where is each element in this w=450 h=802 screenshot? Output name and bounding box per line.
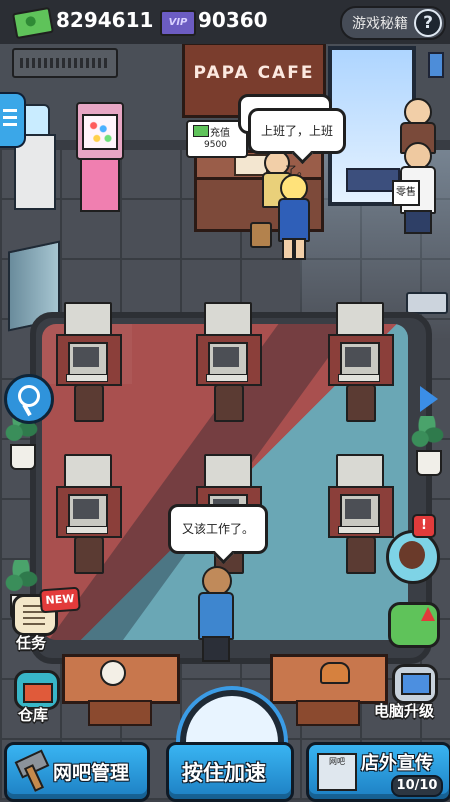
pc-chair [214, 384, 244, 422]
gumball-base [80, 158, 120, 212]
worker-speech: 又该工作了。 [181, 522, 254, 536]
side-menu-button[interactable] [0, 92, 26, 148]
cafe-management-button[interactable]: 网吧管理 [4, 742, 150, 802]
cash-icon [193, 125, 209, 137]
girl-leg [282, 238, 294, 260]
pc-monitor [208, 342, 248, 376]
game-guide-button[interactable]: 游戏秘籍 ? [340, 6, 446, 40]
burger [320, 662, 350, 684]
speech-bubble-receptionist: 上班了，上班了。 [248, 108, 346, 178]
help-icon: ? [414, 9, 442, 37]
promo-shop-icon: 网吧 [317, 753, 357, 791]
pc-keyboard [66, 526, 108, 534]
price-tag-label: 充值 [210, 128, 230, 139]
pc-screen [73, 499, 99, 519]
pc-upgrade-button[interactable] [392, 664, 438, 704]
worker-legs [202, 636, 230, 662]
staff-portrait-button[interactable] [386, 530, 440, 584]
warehouse-label: 仓库 [18, 706, 49, 724]
pc-station[interactable] [56, 302, 122, 422]
pc-keyboard [338, 374, 380, 382]
cafe-management-label: 网吧管理 [53, 762, 130, 784]
pc-station[interactable] [196, 302, 262, 422]
pc-chair [74, 536, 104, 574]
income-boost-button[interactable] [388, 602, 440, 648]
pc-keyboard [338, 526, 380, 534]
pc-station[interactable] [56, 454, 122, 574]
gumball-glass [82, 114, 118, 150]
pc-chair [346, 384, 376, 422]
staff-portrait-icon [399, 541, 425, 569]
wrench-icon [18, 385, 40, 407]
vip-icon: VIP [160, 10, 196, 36]
money-balance: 8294611 [56, 8, 154, 32]
pc-monitor [340, 494, 380, 528]
pc-screen [345, 499, 371, 519]
table-base [296, 700, 360, 726]
queue-sign: 零售 [392, 180, 420, 206]
speech-bubble-worker: 又该工作了。 [168, 504, 268, 554]
teapot [100, 660, 126, 686]
pc-chair [74, 384, 104, 422]
notice-badge: ! [412, 514, 436, 538]
table-base [88, 700, 152, 726]
girl-leg [294, 238, 306, 260]
plant-leaves [4, 560, 38, 598]
outdoor-promo-label: 店外宣传 [361, 753, 433, 774]
pc-screen [73, 347, 99, 367]
pc-keyboard [206, 374, 248, 382]
pc-monitor [68, 342, 108, 376]
promo-progress: 10/10 [391, 775, 443, 797]
suitcase [250, 222, 272, 248]
new-badge: NEW [39, 586, 81, 614]
potted-plant [410, 416, 444, 476]
pc-station[interactable] [328, 302, 394, 422]
pc-upgrade-icon [401, 673, 431, 695]
warehouse-icon [23, 683, 53, 703]
pc-monitor [340, 342, 380, 376]
tasks-label: 任务 [16, 634, 47, 652]
air-conditioner [12, 48, 118, 78]
outdoor-promo-button[interactable]: 网吧 店外宣传 10/10 [306, 742, 450, 802]
pc-monitor [68, 494, 108, 528]
hammer-icon [13, 751, 49, 787]
pc-chair [346, 536, 376, 574]
up-arrow-icon [421, 607, 435, 621]
staff-worker[interactable] [194, 566, 234, 662]
plant-pot [416, 450, 442, 476]
repair-button[interactable] [4, 374, 54, 424]
vip-points: 90360 [198, 8, 268, 32]
old-man-legs [404, 210, 432, 234]
gumball-machine[interactable] [76, 102, 124, 214]
pc-keyboard [66, 374, 108, 382]
price-tag-value: 9500 [204, 140, 227, 150]
hold-to-speed-label: 按住加速 [182, 761, 266, 785]
pc-screen [213, 347, 239, 367]
game-guide-label: 游戏秘籍 [352, 16, 408, 32]
pc-screen [345, 347, 371, 367]
cafe-sign-text: PAPA CAFE [193, 63, 315, 83]
pc-station[interactable] [328, 454, 394, 574]
plant-leaves [410, 416, 444, 454]
wall-panel [428, 52, 444, 78]
girl-body [278, 198, 310, 242]
menu-icon [3, 109, 17, 112]
router [406, 292, 448, 314]
pc-upgrade-label: 电脑升级 [374, 702, 435, 720]
hold-to-speed-button[interactable]: 按住加速 [166, 742, 294, 802]
arrow-right-icon[interactable] [420, 386, 438, 412]
worker-apron [198, 592, 234, 640]
plant-pot [10, 444, 36, 470]
